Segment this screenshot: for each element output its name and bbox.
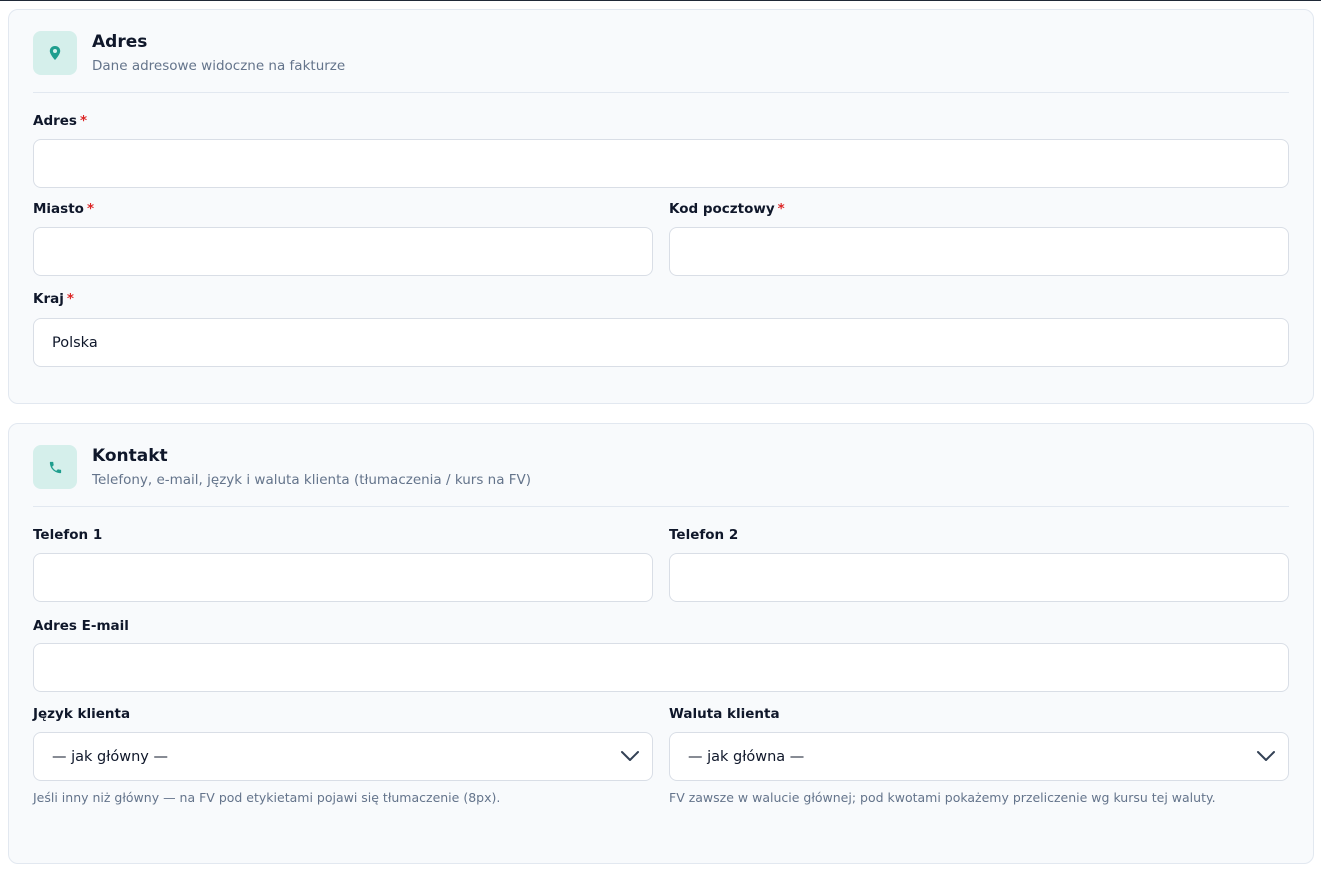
- phone-icon: [33, 445, 77, 489]
- required-marker: *: [777, 201, 785, 217]
- city-label: Miasto *: [33, 201, 94, 217]
- language-select-value: — jak główny —: [52, 748, 168, 765]
- phone1-input[interactable]: [33, 553, 653, 602]
- address-label: Adres *: [33, 113, 87, 129]
- required-marker: *: [66, 291, 74, 307]
- address-section-title: Adres: [92, 32, 148, 52]
- language-hint: Jeśli inny niż główny — na FV pod etykie…: [33, 790, 501, 805]
- currency-hint: FV zawsze w walucie głównej; pod kwotami…: [669, 790, 1216, 805]
- chevron-down-icon: [620, 749, 640, 767]
- country-label-text: Kraj: [33, 291, 64, 307]
- required-marker: *: [86, 201, 94, 217]
- phone2-input[interactable]: [669, 553, 1289, 602]
- map-pin-icon: [33, 31, 77, 75]
- top-divider: [0, 0, 1321, 1]
- city-input[interactable]: [33, 227, 653, 276]
- city-label-text: Miasto: [33, 201, 84, 217]
- currency-select[interactable]: — jak główna —: [669, 732, 1289, 781]
- chevron-down-icon: [1256, 749, 1276, 767]
- address-label-text: Adres: [33, 113, 77, 129]
- language-label: Język klienta: [33, 706, 131, 722]
- address-section-subtitle: Dane adresowe widoczne na fakturze: [92, 58, 346, 74]
- address-input[interactable]: [33, 139, 1289, 188]
- email-label: Adres E-mail: [33, 618, 129, 634]
- phone2-label: Telefon 2: [669, 527, 739, 543]
- country-label: Kraj *: [33, 291, 74, 307]
- language-select[interactable]: — jak główny —: [33, 732, 653, 781]
- country-input[interactable]: [33, 318, 1289, 367]
- contact-section: Kontakt Telefony, e-mail, język i waluta…: [8, 423, 1314, 864]
- currency-label: Waluta klienta: [669, 706, 780, 722]
- contact-section-title: Kontakt: [92, 446, 168, 466]
- address-section: Adres Dane adresowe widoczne na fakturze…: [8, 9, 1314, 404]
- contact-section-subtitle: Telefony, e-mail, język i waluta klienta…: [92, 472, 532, 488]
- address-section-header: Adres Dane adresowe widoczne na fakturze: [33, 31, 1289, 93]
- required-marker: *: [79, 113, 88, 129]
- postal-code-input[interactable]: [669, 227, 1289, 276]
- postal-code-label: Kod pocztowy *: [669, 201, 785, 217]
- phone1-label: Telefon 1: [33, 527, 103, 543]
- contact-section-header: Kontakt Telefony, e-mail, język i waluta…: [33, 445, 1289, 507]
- currency-select-value: — jak główna —: [688, 748, 805, 765]
- postal-code-label-text: Kod pocztowy: [669, 201, 775, 217]
- email-input[interactable]: [33, 643, 1289, 692]
